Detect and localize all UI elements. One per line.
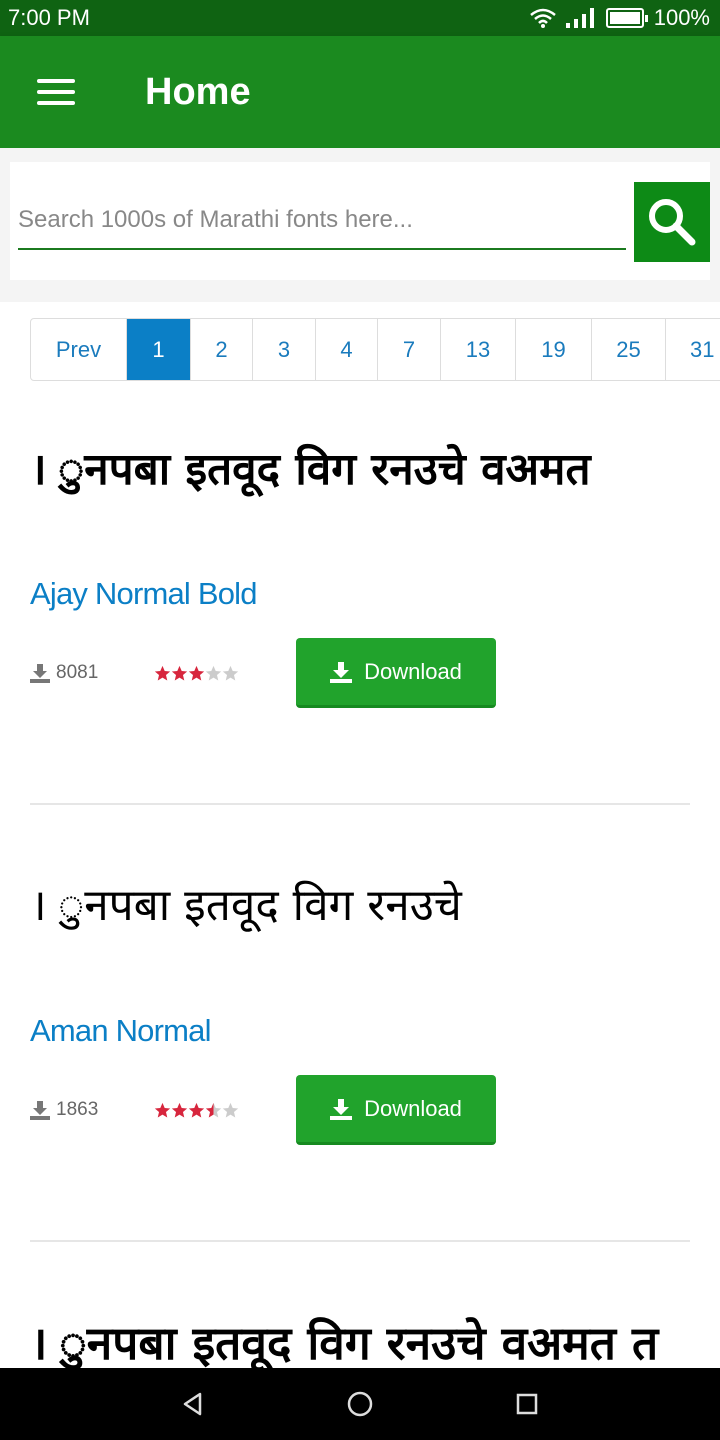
status-bar: 7:00 PM 100% bbox=[0, 0, 720, 36]
signal-icon bbox=[565, 8, 594, 28]
font-name-link[interactable]: Aman Normal bbox=[30, 1013, 212, 1049]
download-button[interactable]: Download bbox=[296, 1075, 496, 1145]
star-icon bbox=[171, 1102, 188, 1117]
font-preview: । ुनपबा इतवूद विग रनउचे bbox=[30, 880, 462, 931]
font-preview: । ुनपबा इतवूद विग रनउचे वअमत bbox=[30, 444, 591, 495]
page-19[interactable]: 19 bbox=[516, 319, 592, 380]
download-count: 1863 bbox=[30, 1099, 154, 1121]
search-input[interactable] bbox=[18, 192, 626, 250]
download-icon bbox=[330, 1098, 353, 1120]
recents-icon[interactable] bbox=[497, 1374, 557, 1434]
status-time: 7:00 PM bbox=[8, 5, 90, 30]
download-icon bbox=[330, 661, 353, 683]
star-icon bbox=[222, 1102, 239, 1117]
home-icon[interactable] bbox=[330, 1374, 390, 1434]
divider bbox=[30, 1240, 690, 1242]
star-icon bbox=[188, 665, 205, 680]
rating-stars bbox=[154, 665, 296, 682]
star-icon bbox=[205, 665, 222, 680]
download-button[interactable]: Download bbox=[296, 638, 496, 708]
star-icon bbox=[154, 665, 171, 680]
search-button[interactable] bbox=[634, 182, 710, 262]
search-card bbox=[10, 162, 710, 280]
pagination: Prev 1 2 3 4 7 13 19 25 31 bbox=[30, 318, 720, 381]
page-25[interactable]: 25 bbox=[592, 319, 666, 380]
divider bbox=[30, 803, 690, 805]
rating-stars bbox=[154, 1102, 296, 1119]
star-icon bbox=[222, 665, 239, 680]
battery-percent: 100% bbox=[653, 5, 710, 30]
download-small-icon bbox=[30, 664, 50, 683]
back-icon[interactable] bbox=[163, 1374, 223, 1434]
page-7[interactable]: 7 bbox=[378, 319, 441, 380]
star-icon bbox=[171, 665, 188, 680]
download-small-icon bbox=[30, 1101, 50, 1120]
font-preview: । ुनपबा इतवूद विग रनउचे वअमत त bbox=[30, 1316, 659, 1368]
search-area bbox=[0, 148, 720, 302]
star-icon bbox=[154, 1102, 171, 1117]
app-bar: Home bbox=[0, 36, 720, 148]
font-name-link[interactable]: Ajay Normal Bold bbox=[30, 576, 257, 612]
page-3[interactable]: 3 bbox=[253, 319, 316, 380]
page-title: Home bbox=[145, 70, 251, 113]
font-meta: 1863 Download bbox=[30, 1075, 496, 1145]
page-1[interactable]: 1 bbox=[127, 319, 191, 380]
page-4[interactable]: 4 bbox=[316, 319, 378, 380]
page-31[interactable]: 31 bbox=[666, 319, 720, 380]
page-13[interactable]: 13 bbox=[441, 319, 516, 380]
search-icon bbox=[649, 199, 696, 246]
page-2[interactable]: 2 bbox=[191, 319, 253, 380]
star-icon bbox=[205, 1102, 222, 1117]
battery-level bbox=[609, 12, 640, 24]
page-prev[interactable]: Prev bbox=[31, 319, 127, 380]
font-meta: 8081 Download bbox=[30, 638, 496, 708]
download-count: 8081 bbox=[30, 662, 154, 684]
wifi-icon bbox=[529, 8, 556, 28]
system-nav-bar bbox=[0, 1368, 720, 1440]
hamburger-menu-icon[interactable] bbox=[37, 79, 75, 105]
battery-icon bbox=[605, 8, 648, 28]
star-icon bbox=[188, 1102, 205, 1117]
status-icons: 100% bbox=[529, 5, 710, 31]
